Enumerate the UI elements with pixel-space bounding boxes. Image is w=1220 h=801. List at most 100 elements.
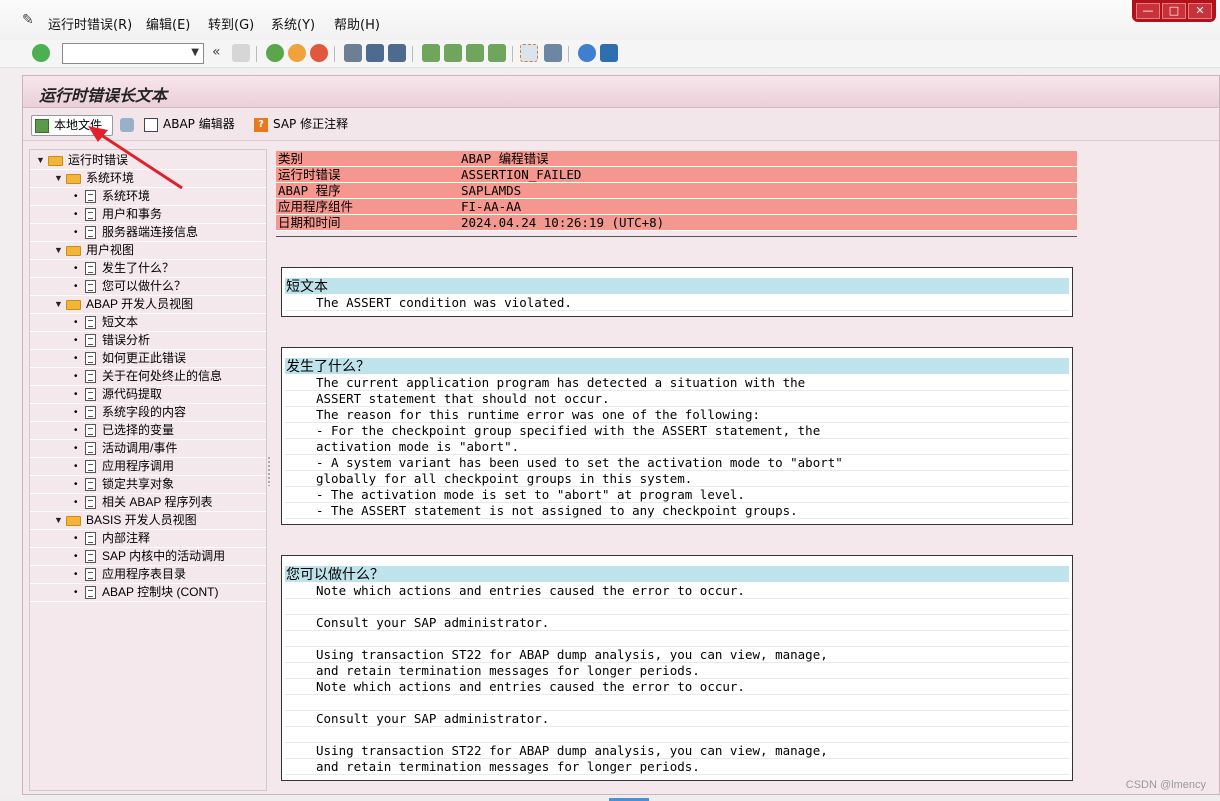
- menu-runtime-error[interactable]: 运行时错误(R): [48, 14, 132, 33]
- chevron-down-icon[interactable]: ▼: [191, 47, 199, 58]
- tree-item-label: 错误分析: [102, 333, 151, 347]
- tree-item[interactable]: • 关于在何处终止的信息: [30, 368, 266, 386]
- bullet-icon: •: [74, 551, 78, 562]
- menu-edit[interactable]: 编辑(E): [146, 14, 190, 33]
- app-menu-icon[interactable]: ✎: [22, 12, 34, 28]
- tree-item[interactable]: • 相关 ABAP 程序列表: [30, 494, 266, 512]
- tree-item[interactable]: • SAP 内核中的活动调用: [30, 548, 266, 566]
- new-session-icon[interactable]: [520, 44, 538, 62]
- section-title: 短文本: [285, 278, 1069, 294]
- close-icon[interactable]: ✕: [1188, 3, 1212, 19]
- command-field[interactable]: ▼: [62, 43, 204, 64]
- last-page-icon[interactable]: [488, 44, 506, 62]
- tree-item[interactable]: • 系统字段的内容: [30, 404, 266, 422]
- help-icon[interactable]: [578, 44, 596, 62]
- header-key: 运行时错误: [278, 167, 341, 182]
- tree-item[interactable]: • 服务器端连接信息: [30, 224, 266, 242]
- shortcut-icon[interactable]: [544, 44, 562, 62]
- section-line: [285, 695, 1069, 711]
- tree-item-label: 应用程序调用: [102, 459, 175, 473]
- tree-item[interactable]: • 您可以做什么？: [30, 278, 266, 296]
- tree-folder[interactable]: ▼ 运行时错误: [30, 152, 266, 170]
- tree-item[interactable]: • 应用程序表目录: [30, 566, 266, 584]
- tree-item[interactable]: • 系统环境: [30, 188, 266, 206]
- minimize-icon[interactable]: —: [1136, 3, 1160, 19]
- tree-item[interactable]: • 错误分析: [30, 332, 266, 350]
- tree-folder[interactable]: ▼ BASIS 开发人员视图: [30, 512, 266, 530]
- tree-folder-label: 运行时错误: [68, 153, 129, 167]
- tree-folder-label: 用户视图: [86, 243, 135, 257]
- section-line: Consult your SAP administrator.: [285, 711, 1069, 727]
- expand-arrow-icon[interactable]: ▼: [54, 170, 63, 187]
- print-icon[interactable]: [344, 44, 362, 62]
- header-row: 应用程序组件 FI-AA-AA: [276, 199, 1077, 215]
- expand-arrow-icon[interactable]: ▼: [54, 242, 63, 259]
- title-bar: 运行时错误长文本: [23, 76, 1219, 108]
- next-page-icon[interactable]: [466, 44, 484, 62]
- back-icon[interactable]: [266, 44, 284, 62]
- tree-folder[interactable]: ▼ 系统环境: [30, 170, 266, 188]
- save-icon[interactable]: [232, 44, 250, 62]
- tree-item-label: 相关 ABAP 程序列表: [102, 495, 213, 509]
- bullet-icon: •: [74, 191, 78, 202]
- tree-item[interactable]: • 已选择的变量: [30, 422, 266, 440]
- document-icon: [85, 334, 96, 347]
- menu-help[interactable]: 帮助(H): [334, 14, 380, 33]
- tree-item[interactable]: • 锁定共享对象: [30, 476, 266, 494]
- tree-item[interactable]: • 发生了什么？: [30, 260, 266, 278]
- splitter-handle[interactable]: [267, 456, 271, 486]
- tree-item-label: 锁定共享对象: [102, 477, 175, 491]
- section-line: Consult your SAP administrator.: [285, 615, 1069, 631]
- header-row: 日期和时间 2024.04.24 10:26:19 (UTC+8): [276, 215, 1077, 231]
- section-line: [285, 631, 1069, 647]
- tree-folder[interactable]: ▼ 用户视图: [30, 242, 266, 260]
- header-key: 应用程序组件: [278, 199, 354, 214]
- collapse-icon[interactable]: «: [212, 44, 221, 60]
- bullet-icon: •: [74, 371, 78, 382]
- bullet-icon: •: [74, 497, 78, 508]
- tree-folder-label: 系统环境: [86, 171, 135, 185]
- display-object-button[interactable]: [117, 115, 137, 136]
- document-icon: [85, 586, 96, 599]
- customize-layout-icon[interactable]: [600, 44, 618, 62]
- tree-item[interactable]: • 短文本: [30, 314, 266, 332]
- tree-item[interactable]: • 内部注释: [30, 530, 266, 548]
- expand-arrow-icon[interactable]: ▼: [54, 296, 63, 313]
- cancel-icon[interactable]: [310, 44, 328, 62]
- exit-icon[interactable]: [288, 44, 306, 62]
- tree-item-label: 内部注释: [102, 531, 151, 545]
- local-file-icon: [35, 119, 49, 133]
- local-file-button[interactable]: 本地文件: [31, 115, 113, 136]
- tree-item[interactable]: • 源代码提取: [30, 386, 266, 404]
- abap-editor-button[interactable]: ABAP 编辑器: [141, 115, 239, 136]
- document-icon: [85, 406, 96, 419]
- tree-item[interactable]: • 如何更正此错误: [30, 350, 266, 368]
- tree-item[interactable]: • 用户和事务: [30, 206, 266, 224]
- folder-icon: [66, 174, 81, 184]
- previous-page-icon[interactable]: [444, 44, 462, 62]
- section-line: - The ASSERT statement is not assigned t…: [285, 503, 1069, 519]
- tree-item[interactable]: • 应用程序调用: [30, 458, 266, 476]
- maximize-icon[interactable]: □: [1162, 3, 1186, 19]
- document-icon: [85, 424, 96, 437]
- tree-item-label: 用户和事务: [102, 207, 163, 221]
- first-page-icon[interactable]: [422, 44, 440, 62]
- tree-item[interactable]: • ABAP 控制块 (CONT): [30, 584, 266, 602]
- bullet-icon: •: [74, 389, 78, 400]
- find-next-icon[interactable]: [388, 44, 406, 62]
- menu-goto[interactable]: 转到(G): [208, 14, 254, 33]
- tree-item-label: 活动调用/事件: [102, 441, 178, 455]
- tree-folder-label: ABAP 开发人员视图: [86, 297, 194, 311]
- dump-content: 类别 ABAP 编程错误 运行时错误 ASSERTION_FAILED ABAP 程序 S…: [273, 149, 1219, 791]
- sap-note-button[interactable]: ? SAP 修正注释: [251, 115, 352, 136]
- enter-check-icon[interactable]: [32, 44, 50, 62]
- tree-folder[interactable]: ▼ ABAP 开发人员视图: [30, 296, 266, 314]
- tree-item-label: 系统环境: [102, 189, 151, 203]
- expand-arrow-icon[interactable]: ▼: [36, 152, 45, 169]
- find-icon[interactable]: [366, 44, 384, 62]
- folder-icon: [66, 246, 81, 256]
- expand-arrow-icon[interactable]: ▼: [54, 512, 63, 529]
- section-line: Note which actions and entries caused th…: [285, 583, 1069, 599]
- tree-item[interactable]: • 活动调用/事件: [30, 440, 266, 458]
- menu-system[interactable]: 系统(Y): [271, 14, 315, 33]
